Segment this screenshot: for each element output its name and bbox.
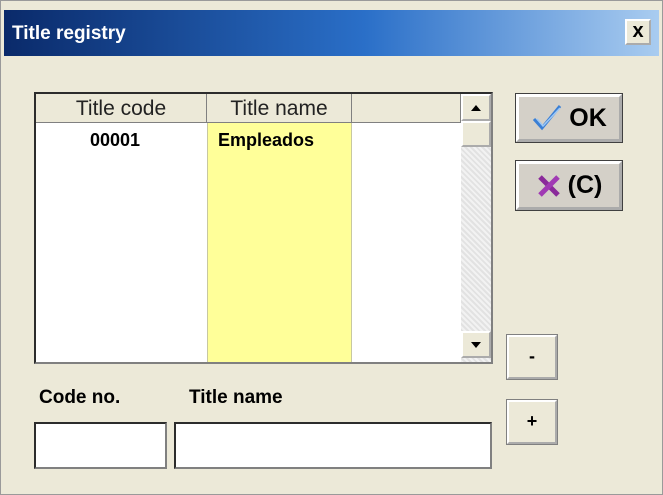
column-header-empty[interactable] <box>352 94 461 123</box>
title-name-column <box>207 123 352 362</box>
scroll-up-button[interactable] <box>461 94 491 121</box>
code-no-label: Code no. <box>39 387 121 408</box>
title-name-label: Title name <box>189 387 283 408</box>
ok-label: OK <box>569 103 607 132</box>
close-button[interactable]: x <box>625 19 651 45</box>
column-header-title-name[interactable]: Title name <box>207 94 352 123</box>
ok-button[interactable]: OK <box>515 93 623 143</box>
list-header: Title code Title name <box>36 94 491 125</box>
scroll-down-button[interactable] <box>461 331 491 358</box>
remove-button[interactable]: - <box>506 334 558 380</box>
scroll-thumb[interactable] <box>461 121 491 147</box>
column-header-title-code[interactable]: Title code <box>36 94 207 123</box>
cell-title-code: 00001 <box>90 130 141 150</box>
vertical-scrollbar[interactable] <box>461 94 491 362</box>
scroll-up-arrow-icon <box>471 104 481 111</box>
window-title: Title registry <box>12 23 126 44</box>
title-name-field[interactable] <box>174 422 492 469</box>
title-registry-dialog: Title registry x Title code Title name 0… <box>0 0 663 495</box>
cancel-label: (C) <box>567 171 603 199</box>
title-list[interactable]: Title code Title name 00001 Empleados <box>34 92 493 364</box>
cross-icon <box>537 174 560 197</box>
title-bar: Title registry x <box>4 10 659 56</box>
add-button[interactable]: + <box>506 399 558 445</box>
scroll-down-arrow-icon <box>471 341 481 348</box>
cancel-button[interactable]: (C) <box>515 160 623 211</box>
checkmark-icon <box>533 105 562 131</box>
cell-title-name: Empleados <box>218 130 315 150</box>
code-no-field[interactable] <box>34 422 167 469</box>
